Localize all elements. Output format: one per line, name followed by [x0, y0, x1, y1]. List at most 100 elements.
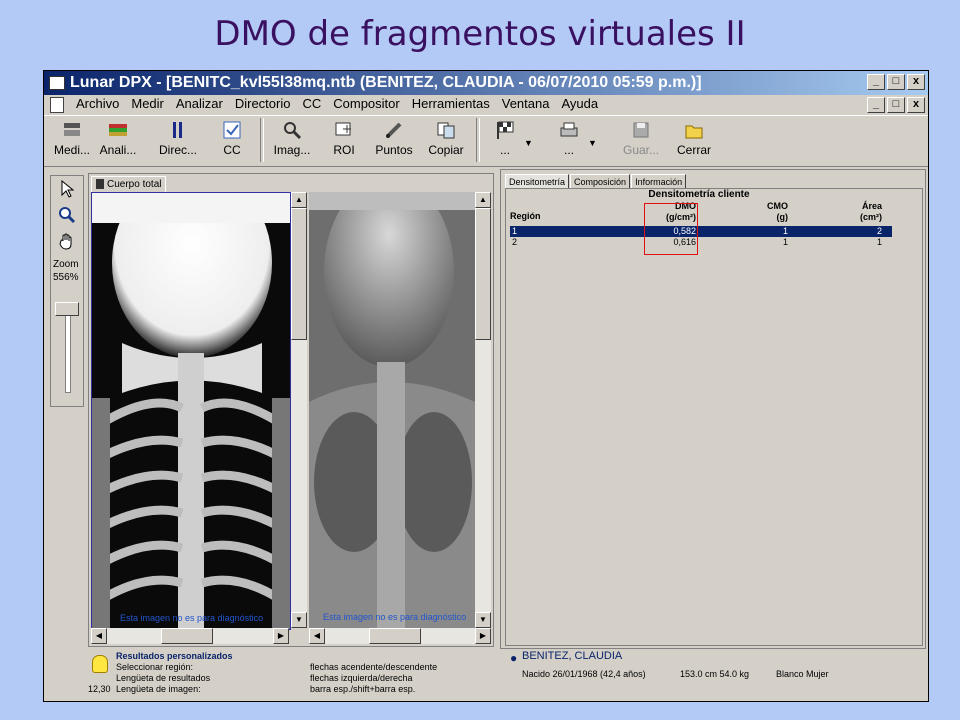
status-line-3: Lengüeta de imagen: — [116, 684, 201, 694]
pan-hand-icon[interactable] — [56, 232, 78, 254]
toolbar-separator — [476, 118, 480, 162]
save-icon — [630, 120, 652, 140]
bmc-label: CMO — [767, 201, 788, 211]
right-image-hscroll[interactable]: ◀ ▶ — [309, 628, 491, 644]
toolbar-label: Puntos — [375, 143, 413, 157]
toolbar-flag-button[interactable]: ... — [490, 120, 520, 157]
toolbar-label: Guar... — [622, 143, 660, 157]
left-image-vscroll[interactable]: ▲ ▼ — [291, 192, 307, 628]
maximize-button[interactable]: □ — [887, 74, 905, 90]
table-row[interactable]: 2 0,616 1 1 — [510, 237, 892, 248]
toolbar-directorio-button[interactable]: Direc... — [154, 120, 202, 157]
scroll-thumb[interactable] — [369, 628, 421, 644]
diagnostic-note: Esta imagen no es para diagnóstico — [120, 613, 264, 623]
doc-close-button[interactable]: x — [907, 97, 925, 113]
scroll-thumb[interactable] — [475, 208, 491, 340]
menu-cc[interactable]: CC — [296, 95, 327, 113]
toolbar-roi-button[interactable]: ROI — [326, 120, 362, 157]
cell-area: 2 — [876, 226, 882, 236]
pointer-arrow-icon[interactable] — [56, 179, 78, 202]
table-row[interactable]: 1 0,582 1 2 — [510, 226, 892, 237]
title-bar[interactable]: Lunar DPX - [BENITC_kvl55l38mq.ntb (BENI… — [44, 71, 928, 95]
doc-minimize-button[interactable]: _ — [867, 97, 885, 113]
xray-image-right[interactable]: Esta imagen no es para diagnóstico — [309, 192, 475, 628]
toolbar-label: Direc... — [158, 143, 197, 157]
patient-name: BENITEZ, CLAUDIA — [522, 650, 623, 662]
menu-analizar[interactable]: Analizar — [170, 95, 229, 113]
toolbar-label: Cerrar — [676, 143, 711, 157]
zoom-slider-track[interactable] — [65, 311, 71, 393]
close-button[interactable]: x — [907, 74, 925, 90]
toolbar-analizar-button[interactable]: Anali... — [96, 120, 140, 157]
print-dropdown-arrow-icon[interactable]: ▼ — [588, 138, 597, 148]
toolbar-puntos-button[interactable]: Puntos — [370, 120, 418, 157]
toolbar: Medi... Anali... Direc... CC Imag... ROI… — [44, 115, 928, 167]
right-image-vscroll[interactable]: ▲ ▼ — [475, 192, 491, 628]
image-panel: Cuerpo total Esta imagen no es para diag… — [88, 173, 494, 647]
status-heading: Resultados personalizados — [116, 651, 233, 661]
scroll-left-arrow-icon[interactable]: ◀ — [91, 628, 107, 644]
scroll-right-arrow-icon[interactable]: ▶ — [273, 628, 289, 644]
bmd-highlight-box — [644, 203, 698, 255]
menu-archivo[interactable]: Archivo — [70, 95, 125, 113]
scroll-right-arrow-icon[interactable]: ▶ — [475, 628, 491, 644]
toolbar-label: Imag... — [273, 143, 311, 157]
patient-birth: Nacido 26/01/1968 (42,4 años) — [522, 669, 646, 679]
zoom-label: Zoom — [53, 259, 79, 270]
left-image-hscroll[interactable]: ◀ ▶ — [91, 628, 289, 644]
close-folder-icon — [683, 120, 705, 140]
directory-icon — [167, 120, 189, 140]
patient-group: Blanco Mujer — [776, 669, 829, 679]
menu-ventana[interactable]: Ventana — [496, 95, 556, 113]
scroll-left-arrow-icon[interactable]: ◀ — [309, 628, 325, 644]
toolbar-separator — [260, 118, 264, 162]
table-caption: Densitometría cliente — [648, 189, 750, 200]
scroll-thumb[interactable] — [291, 208, 307, 340]
cell-bmc: 1 — [782, 226, 788, 236]
document-icon[interactable] — [50, 97, 64, 113]
toolbar-label: ... — [563, 143, 574, 157]
menu-medir[interactable]: Medir — [125, 95, 170, 113]
app-icon — [49, 76, 65, 90]
menu-herramientas[interactable]: Herramientas — [406, 95, 496, 113]
results-table: Densitometría cliente Región DMO (g/cm²)… — [505, 188, 923, 646]
scroll-thumb[interactable] — [161, 628, 213, 644]
measure-icon — [61, 120, 83, 140]
area-unit: (cm²) — [860, 212, 882, 222]
roi-icon — [333, 120, 355, 140]
tab-cuerpo-total[interactable]: Cuerpo total — [91, 176, 167, 193]
printer-icon — [558, 120, 580, 140]
col-header-area: Área (cm²) — [826, 201, 882, 225]
toolbar-cerrar-button[interactable]: Cerrar — [672, 120, 716, 157]
toolbar-copiar-button[interactable]: Copiar — [424, 120, 468, 157]
menu-compositor[interactable]: Compositor — [327, 95, 405, 113]
toolbar-medir-button[interactable]: Medi... — [52, 120, 92, 157]
status-mid-3: barra esp./shift+barra esp. — [310, 684, 416, 694]
scroll-down-arrow-icon[interactable]: ▼ — [475, 612, 491, 628]
status-mid-1: flechas acendente/descendente — [310, 662, 438, 672]
toolbar-guardar-button[interactable]: Guar... — [618, 120, 664, 157]
status-line-1: Seleccionar región: — [116, 662, 194, 672]
zoom-slider-thumb[interactable] — [55, 302, 79, 316]
tab-label: Cuerpo total — [107, 179, 162, 190]
menu-ayuda[interactable]: Ayuda — [555, 95, 604, 113]
toolbar-cc-button[interactable]: CC — [216, 120, 248, 157]
doc-restore-button[interactable]: □ — [887, 97, 905, 113]
results-tabs: Densitometría Composición Información — [505, 172, 687, 190]
scroll-up-arrow-icon[interactable]: ▲ — [291, 192, 307, 208]
analyze-icon — [107, 120, 129, 140]
minimize-button[interactable]: _ — [867, 74, 885, 90]
toolbar-print-button[interactable]: ... — [554, 120, 584, 157]
xray-image-left[interactable]: Esta imagen no es para diagnóstico — [91, 192, 291, 630]
toolbar-label: CC — [223, 143, 241, 157]
toolbar-imagen-button[interactable]: Imag... — [268, 120, 316, 157]
menu-bar: Archivo Medir Analizar Directorio CC Com… — [44, 95, 928, 113]
status-key-3: 12,30 — [88, 684, 111, 694]
flag-dropdown-arrow-icon[interactable]: ▼ — [524, 138, 533, 148]
scroll-up-arrow-icon[interactable]: ▲ — [475, 192, 491, 208]
app-window: Lunar DPX - [BENITC_kvl55l38mq.ntb (BENI… — [43, 70, 929, 702]
zoom-icon[interactable] — [56, 206, 78, 228]
toolbar-label: Copiar — [428, 143, 464, 157]
menu-directorio[interactable]: Directorio — [229, 95, 297, 113]
scroll-down-arrow-icon[interactable]: ▼ — [291, 612, 307, 628]
